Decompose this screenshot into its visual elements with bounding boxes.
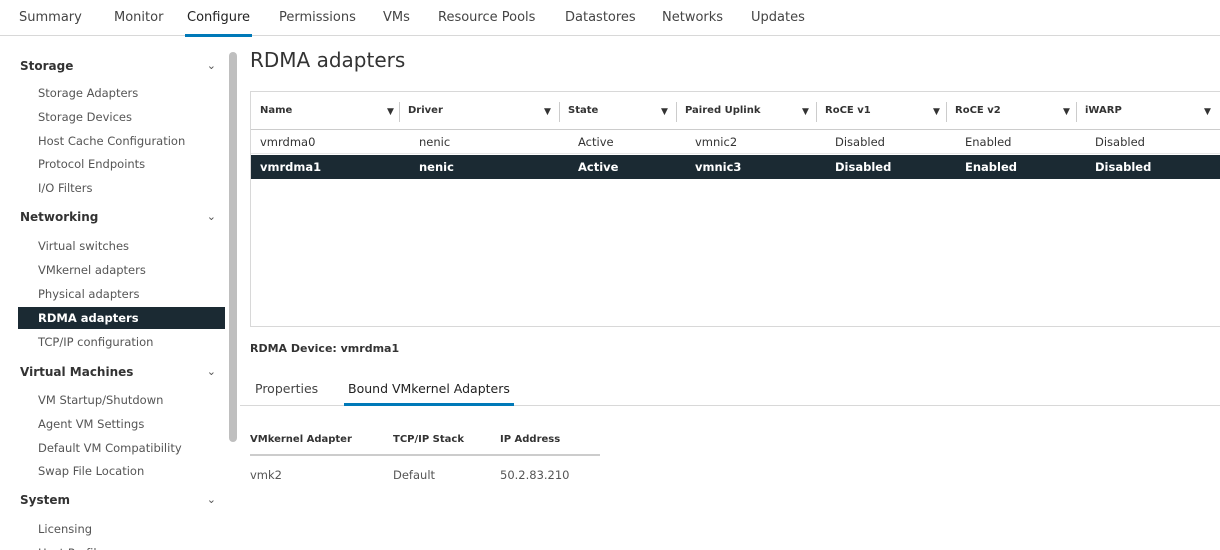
column-header-state[interactable]: State ▼: [559, 92, 676, 130]
cell-ip-address: 50.2.83.210: [500, 468, 570, 482]
column-header-label: Paired Uplink: [685, 105, 761, 116]
bound-vmkernel-adapters-table: VMkernel Adapter TCP/IP Stack IP Address…: [250, 428, 600, 498]
chevron-down-icon[interactable]: ⌄: [207, 488, 216, 512]
table-row-selected[interactable]: vmrdma1 nenic Active vmnic3 Disabled Ena…: [251, 155, 1220, 179]
tab-datastores[interactable]: Datastores: [565, 10, 636, 26]
sidebar-section-system[interactable]: System ⌄: [18, 488, 226, 512]
filter-icon[interactable]: ▼: [544, 92, 551, 132]
tab-updates[interactable]: Updates: [751, 10, 805, 26]
sidebar-item-rdma-adapters[interactable]: RDMA adapters: [18, 307, 225, 329]
filter-icon[interactable]: ▼: [802, 92, 809, 132]
tab-monitor[interactable]: Monitor: [114, 10, 163, 26]
column-header-label: RoCE v1: [825, 105, 871, 116]
sidebar-section-title: Virtual Machines: [20, 365, 134, 379]
sidebar-item-vm-startup-shutdown[interactable]: VM Startup/Shutdown: [18, 389, 225, 411]
column-header-name[interactable]: Name ▼: [251, 92, 399, 130]
filter-icon[interactable]: ▼: [387, 92, 394, 132]
rdma-adapters-grid: Name ▼ Driver ▼ State ▼ Paired Uplink ▼ …: [250, 91, 1220, 327]
cell-roce-v2: Enabled: [965, 135, 1012, 149]
column-header-label: RoCE v2: [955, 105, 1001, 116]
column-header-ip-address[interactable]: IP Address: [500, 428, 560, 452]
filter-icon[interactable]: ▼: [1063, 92, 1070, 132]
cell-iwarp: Disabled: [1095, 135, 1145, 149]
sidebar-section-storage[interactable]: Storage ⌄: [18, 54, 226, 78]
cell-roce-v2: Enabled: [965, 160, 1018, 174]
sidebar-item-physical-adapters[interactable]: Physical adapters: [18, 283, 225, 305]
cell-name: vmrdma1: [260, 160, 322, 174]
cell-driver: nenic: [419, 160, 454, 174]
column-header-label: Name: [260, 105, 293, 116]
grid-header: Name ▼ Driver ▼ State ▼ Paired Uplink ▼ …: [251, 92, 1220, 130]
table-row[interactable]: vmrdma0 nenic Active vmnic2 Disabled Ena…: [251, 130, 1220, 154]
sidebar-item-host-cache-configuration[interactable]: Host Cache Configuration: [18, 130, 225, 152]
cell-vmkernel-adapter: vmk2: [250, 468, 282, 482]
tab-vms[interactable]: VMs: [383, 10, 410, 26]
column-header-label: Driver: [408, 105, 443, 116]
column-header-paired-uplink[interactable]: Paired Uplink ▼: [676, 92, 816, 130]
scrollbar-thumb[interactable]: [229, 52, 237, 442]
sidebar-section-networking[interactable]: Networking ⌄: [18, 205, 226, 229]
cell-state: Active: [578, 160, 619, 174]
tab-bound-vmkernel-adapters[interactable]: Bound VMkernel Adapters: [344, 380, 514, 406]
column-header-label: iWARP: [1085, 105, 1122, 116]
column-header-tcpip-stack[interactable]: TCP/IP Stack: [393, 428, 464, 452]
cell-paired-uplink: vmnic3: [695, 160, 742, 174]
sidebar-item-io-filters[interactable]: I/O Filters: [18, 177, 225, 199]
sidebar-section-virtual-machines[interactable]: Virtual Machines ⌄: [18, 360, 226, 384]
cell-iwarp: Disabled: [1095, 160, 1152, 174]
tab-resource-pools[interactable]: Resource Pools: [438, 10, 535, 26]
chevron-down-icon[interactable]: ⌄: [207, 205, 216, 229]
page-title: RDMA adapters: [250, 48, 406, 72]
sidebar-item-vmkernel-adapters[interactable]: VMkernel adapters: [18, 259, 225, 281]
table-row[interactable]: vmk2 Default 50.2.83.210: [250, 464, 600, 486]
cell-driver: nenic: [419, 135, 451, 149]
column-header-vmkernel-adapter[interactable]: VMkernel Adapter: [250, 428, 352, 452]
sidebar-item-storage-adapters[interactable]: Storage Adapters: [18, 82, 225, 104]
sidebar-item-agent-vm-settings[interactable]: Agent VM Settings: [18, 413, 225, 435]
cell-state: Active: [578, 135, 614, 149]
configure-sidebar: Storage ⌄ Storage Adapters Storage Devic…: [18, 46, 226, 550]
filter-icon[interactable]: ▼: [933, 92, 940, 132]
sidebar-item-protocol-endpoints[interactable]: Protocol Endpoints: [18, 153, 225, 175]
cell-name: vmrdma0: [260, 135, 316, 149]
filter-icon[interactable]: ▼: [1204, 92, 1211, 132]
tab-permissions[interactable]: Permissions: [279, 10, 356, 26]
tab-networks[interactable]: Networks: [662, 10, 723, 26]
cell-tcpip-stack: Default: [393, 468, 436, 482]
sidebar-section-title: Storage: [20, 59, 74, 73]
chevron-down-icon[interactable]: ⌄: [207, 54, 216, 78]
tab-configure[interactable]: Configure: [184, 10, 253, 37]
sidebar-item-storage-devices[interactable]: Storage Devices: [18, 106, 225, 128]
bound-table-header: VMkernel Adapter TCP/IP Stack IP Address: [250, 428, 600, 456]
filter-icon[interactable]: ▼: [661, 92, 668, 132]
cell-paired-uplink: vmnic2: [695, 135, 738, 149]
column-header-roce-v1[interactable]: RoCE v1 ▼: [816, 92, 946, 130]
column-header-roce-v2[interactable]: RoCE v2 ▼: [946, 92, 1076, 130]
top-tab-bar: Summary Monitor Configure Permissions VM…: [0, 0, 1220, 37]
sidebar-item-tcpip-configuration[interactable]: TCP/IP configuration: [18, 331, 225, 353]
chevron-down-icon[interactable]: ⌄: [207, 360, 216, 384]
sidebar-scrollbar[interactable]: [229, 46, 237, 550]
tab-properties[interactable]: Properties: [255, 380, 318, 398]
sidebar-item-virtual-switches[interactable]: Virtual switches: [18, 235, 225, 257]
column-header-iwarp[interactable]: iWARP ▼: [1076, 92, 1220, 130]
sidebar-item-host-profile[interactable]: Host Profile: [18, 542, 225, 550]
sidebar-item-licensing[interactable]: Licensing: [18, 518, 225, 540]
detail-tab-bar: Properties Bound VMkernel Adapters: [240, 378, 1220, 406]
selected-device-label: RDMA Device: vmrdma1: [250, 342, 400, 355]
column-header-driver[interactable]: Driver ▼: [399, 92, 559, 130]
sidebar-item-default-vm-compatibility[interactable]: Default VM Compatibility: [18, 437, 225, 459]
sidebar-section-title: System: [20, 493, 70, 507]
sidebar-item-swap-file-location[interactable]: Swap File Location: [18, 460, 225, 482]
column-header-label: State: [568, 105, 599, 116]
cell-roce-v1: Disabled: [835, 135, 885, 149]
sidebar-section-title: Networking: [20, 210, 99, 224]
cell-roce-v1: Disabled: [835, 160, 892, 174]
tab-summary[interactable]: Summary: [19, 10, 82, 26]
